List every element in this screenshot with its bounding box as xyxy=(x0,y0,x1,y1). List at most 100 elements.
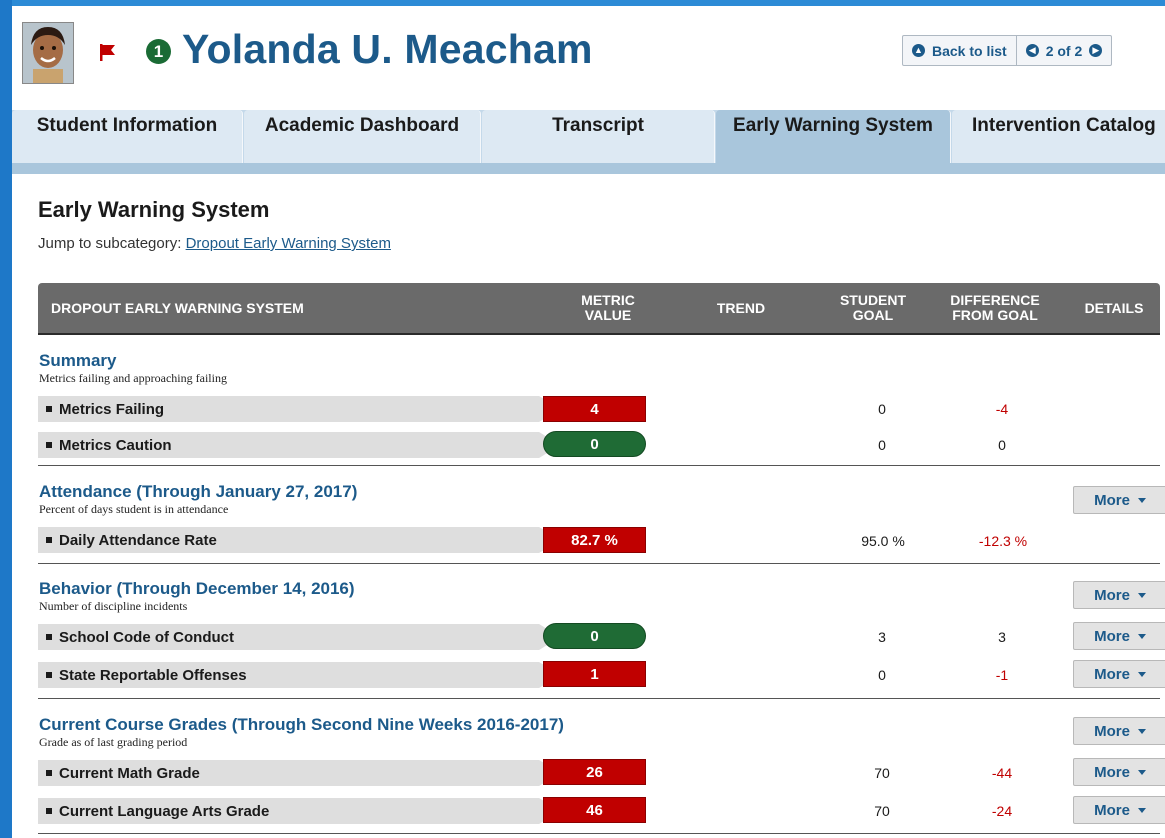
next-arrow-icon[interactable]: ▶ xyxy=(1089,44,1103,57)
back-arrow-icon: ▲ xyxy=(912,44,925,57)
metric-label-school-code-of-conduct: School Code of Conduct xyxy=(38,624,560,650)
metric-value-state-reportable-offenses: 1 xyxy=(543,661,646,687)
bullet-icon xyxy=(46,442,52,448)
bullet-icon xyxy=(46,808,52,814)
goal-state-reportable-offenses: 0 xyxy=(878,667,886,683)
page-title: Early Warning System xyxy=(38,197,270,222)
header-difference: DIFFERENCE FROM GOAL xyxy=(950,292,1040,323)
metric-label-current-math-grade: Current Math Grade xyxy=(38,760,560,786)
red-flag-icon xyxy=(98,42,118,67)
more-button-school-code-of-conduct[interactable]: More xyxy=(1073,622,1165,650)
metric-value-current-math-grade: 26 xyxy=(543,759,646,785)
goal-metrics-failing: 0 xyxy=(878,401,886,417)
caret-down-icon xyxy=(1137,633,1146,639)
more-button-attendance[interactable]: More xyxy=(1073,486,1165,514)
bullet-icon xyxy=(46,672,52,678)
section-title: Summary xyxy=(39,351,117,370)
section-subtitle: Number of discipline incidents xyxy=(39,599,188,613)
tab-transcript[interactable]: Transcript xyxy=(482,110,715,163)
more-label: More xyxy=(1094,722,1130,740)
row-label-text: Daily Attendance Rate xyxy=(59,531,217,549)
goal-metrics-caution: 0 xyxy=(878,437,886,453)
tab-bar: Student Information Academic Dashboard T… xyxy=(12,110,1165,163)
section-subtitle: Metrics failing and approaching failing xyxy=(39,371,227,385)
diff-current-math-grade: -44 xyxy=(991,765,1013,781)
more-label: More xyxy=(1094,491,1130,509)
tab-intervention-catalog[interactable]: Intervention Catalog xyxy=(952,110,1165,163)
row-label-text: Current Language Arts Grade xyxy=(59,802,270,820)
goal-daily-attendance: 95.0 % xyxy=(861,533,905,549)
bullet-icon xyxy=(46,634,52,640)
jump-link-dropout[interactable]: Dropout Early Warning System xyxy=(186,235,391,252)
metric-label-metrics-caution: Metrics Caution xyxy=(38,432,560,458)
diff-daily-attendance: -12.3 % xyxy=(978,533,1028,549)
caret-down-icon xyxy=(1137,807,1146,813)
student-photo xyxy=(22,22,74,84)
row-label-text: School Code of Conduct xyxy=(59,628,234,646)
metric-value-school-code-of-conduct: 0 xyxy=(543,623,646,649)
caret-down-icon xyxy=(1137,592,1146,598)
caret-down-icon xyxy=(1137,769,1146,775)
row-label-text: Current Math Grade xyxy=(59,764,200,782)
back-to-list-button[interactable]: ▲ Back to list xyxy=(903,36,1017,65)
more-button-course-grades[interactable]: More xyxy=(1073,717,1165,745)
row-label-text: Metrics Caution xyxy=(59,436,172,454)
back-to-list-label: Back to list xyxy=(932,42,1007,59)
bullet-icon xyxy=(46,770,52,776)
table-header: DROPOUT EARLY WARNING SYSTEM METRIC VALU… xyxy=(38,283,1160,335)
section-subtitle: Grade as of last grading period xyxy=(39,735,188,749)
header-category: DROPOUT EARLY WARNING SYSTEM xyxy=(51,299,304,316)
jump-to-subcategory: Jump to subcategory: Dropout Early Warni… xyxy=(38,235,391,252)
section-title: Current Course Grades (Through Second Ni… xyxy=(39,715,564,734)
more-button-current-language-arts-grade[interactable]: More xyxy=(1073,796,1165,824)
diff-school-code-of-conduct: 3 xyxy=(998,629,1006,645)
metric-label-current-language-arts-grade: Current Language Arts Grade xyxy=(38,798,560,824)
tab-early-warning-system[interactable]: Early Warning System xyxy=(716,110,951,163)
metric-value-daily-attendance: 82.7 % xyxy=(543,527,646,553)
more-button-current-math-grade[interactable]: More xyxy=(1073,758,1165,786)
metric-value-current-language-arts-grade: 46 xyxy=(543,797,646,823)
prev-arrow-icon[interactable]: ◀ xyxy=(1025,44,1039,57)
header-student-goal: STUDENT GOAL xyxy=(839,292,907,323)
caret-down-icon xyxy=(1137,497,1146,503)
metric-value-metrics-caution: 0 xyxy=(543,431,646,457)
tab-underline xyxy=(12,163,1165,174)
header-metric-value: METRIC VALUE xyxy=(581,292,635,323)
more-label: More xyxy=(1094,665,1130,683)
more-label: More xyxy=(1094,586,1130,604)
diff-current-language-arts-grade: -24 xyxy=(991,803,1013,819)
caret-down-icon xyxy=(1137,728,1146,734)
caret-down-icon xyxy=(1137,671,1146,677)
row-label-text: State Reportable Offenses xyxy=(59,666,247,684)
metric-label-daily-attendance: Daily Attendance Rate xyxy=(38,527,560,553)
bullet-icon xyxy=(46,537,52,543)
metric-label-metrics-failing: Metrics Failing xyxy=(38,396,560,422)
app-frame: 1 Yolanda U. Meacham ▲ Back to list ◀ 2 … xyxy=(12,0,1165,838)
more-button-behavior[interactable]: More xyxy=(1073,581,1165,609)
jump-prefix: Jump to subcategory: xyxy=(38,235,182,252)
more-button-state-reportable-offenses[interactable]: More xyxy=(1073,660,1165,688)
section-title: Behavior (Through December 14, 2016) xyxy=(39,579,355,598)
row-label-text: Metrics Failing xyxy=(59,400,165,418)
student-name: Yolanda U. Meacham xyxy=(182,26,593,72)
diff-state-reportable-offenses: -1 xyxy=(995,667,1009,683)
top-band xyxy=(12,0,1165,6)
more-label: More xyxy=(1094,763,1130,781)
metric-value-metrics-failing: 4 xyxy=(543,396,646,422)
section-subtitle: Percent of days student is in attendance xyxy=(39,502,229,516)
goal-current-math-grade: 70 xyxy=(874,765,890,781)
more-label: More xyxy=(1094,627,1130,645)
goal-school-code-of-conduct: 3 xyxy=(878,629,886,645)
header-trend: TREND xyxy=(716,299,766,316)
alert-count-badge: 1 xyxy=(146,39,171,64)
metric-label-state-reportable-offenses: State Reportable Offenses xyxy=(38,662,560,688)
diff-metrics-failing: -4 xyxy=(995,401,1009,417)
pager: ◀ 2 of 2 ▶ xyxy=(1017,36,1112,65)
goal-current-language-arts-grade: 70 xyxy=(874,803,890,819)
pager-label: 2 of 2 xyxy=(1045,42,1083,59)
tab-academic-dashboard[interactable]: Academic Dashboard xyxy=(244,110,481,163)
header-details: DETAILS xyxy=(1084,299,1144,316)
more-label: More xyxy=(1094,801,1130,819)
diff-metrics-caution: 0 xyxy=(998,437,1006,453)
tab-student-information[interactable]: Student Information xyxy=(12,110,243,163)
